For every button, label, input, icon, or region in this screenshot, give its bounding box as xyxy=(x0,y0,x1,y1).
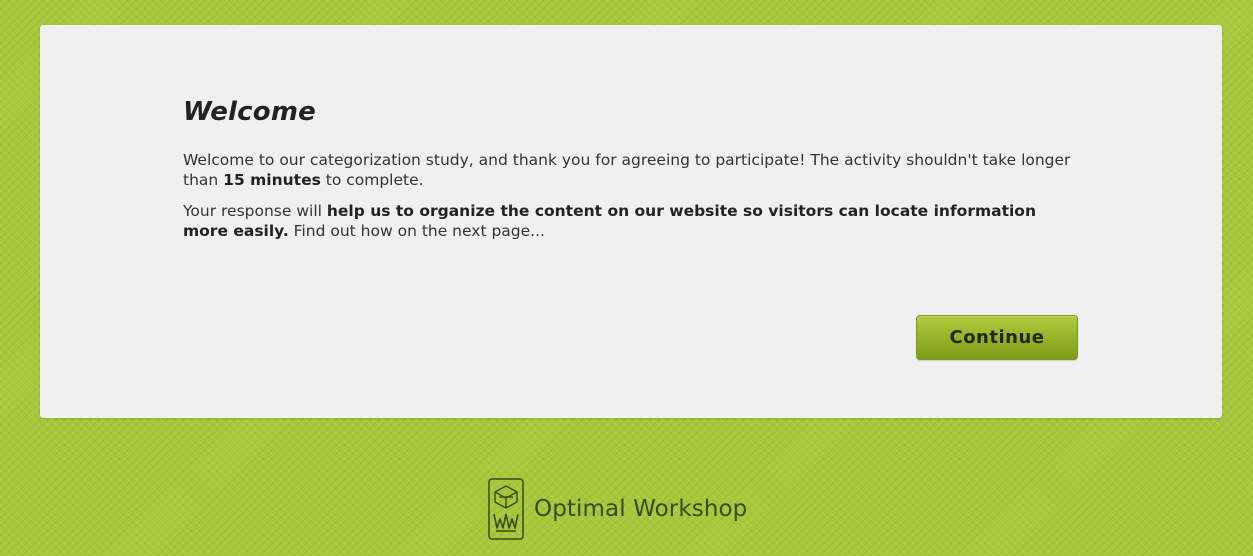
intro-paragraph: Welcome to our categorization study, and… xyxy=(183,150,1083,190)
continue-button[interactable]: Continue xyxy=(916,315,1078,360)
response-lead-text: Your response will xyxy=(183,202,327,220)
footer-brand: Optimal Workshop xyxy=(488,476,747,542)
response-tail-text: Find out how on the next page... xyxy=(288,222,545,240)
welcome-content: Welcome Welcome to our categorization st… xyxy=(183,95,1083,241)
intro-end-text: to complete. xyxy=(320,171,424,189)
welcome-card: Welcome Welcome to our categorization st… xyxy=(40,25,1222,418)
response-paragraph: Your response will help us to organize t… xyxy=(183,201,1083,241)
duration-text: 15 minutes xyxy=(223,171,321,189)
brand-name: Optimal Workshop xyxy=(534,496,748,522)
page-title: Welcome xyxy=(183,97,316,127)
optimal-workshop-logo-icon xyxy=(488,478,524,540)
